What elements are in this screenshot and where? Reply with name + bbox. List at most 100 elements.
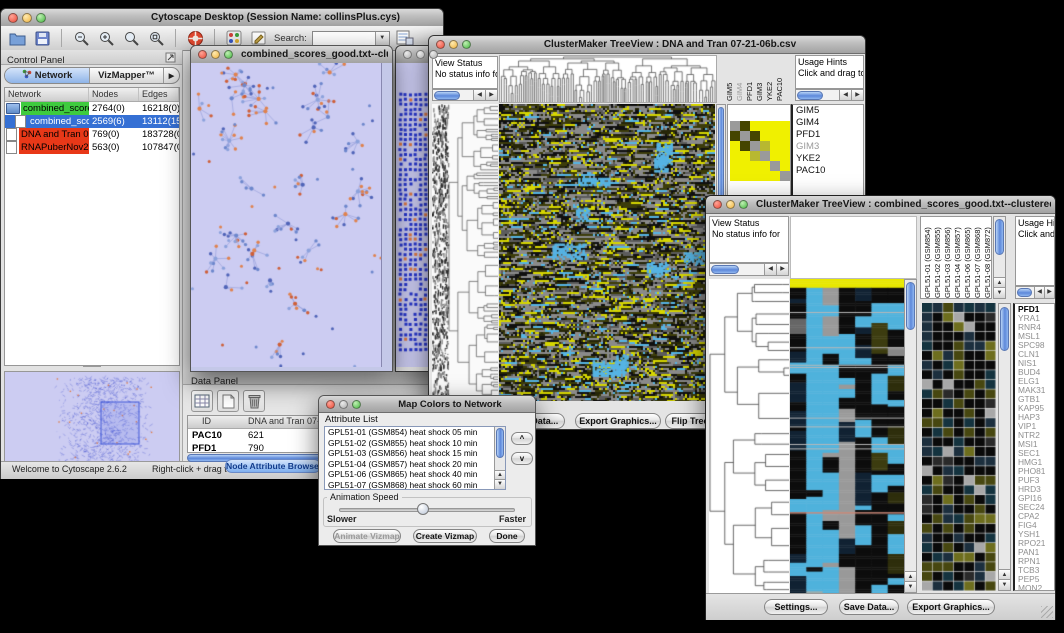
global-heatmap[interactable] bbox=[499, 104, 715, 401]
scroll-right-icon[interactable]: ▶ bbox=[485, 90, 497, 100]
minimize-button[interactable] bbox=[416, 50, 425, 59]
minimize-button[interactable] bbox=[339, 400, 348, 409]
matrix-cell[interactable] bbox=[740, 131, 750, 141]
new-attribute-icon[interactable] bbox=[217, 390, 239, 412]
view-status-hscrollbar[interactable]: ◀ ▶ bbox=[432, 89, 498, 101]
scroll-right-icon[interactable]: ▶ bbox=[1044, 287, 1054, 298]
matrix-cell[interactable] bbox=[780, 171, 790, 181]
scroll-left-icon[interactable]: ◀ bbox=[1034, 287, 1044, 298]
matrix-cell[interactable] bbox=[770, 151, 780, 161]
matrix-cell[interactable] bbox=[780, 141, 790, 151]
matrix-cell[interactable] bbox=[760, 171, 770, 181]
matrix-cell[interactable] bbox=[760, 161, 770, 171]
scroll-down-icon[interactable]: ▼ bbox=[994, 287, 1005, 298]
minimize-button[interactable] bbox=[449, 40, 458, 49]
scroll-thumb[interactable] bbox=[718, 107, 724, 199]
move-up-button[interactable]: ^ bbox=[511, 432, 533, 445]
close-button[interactable] bbox=[198, 50, 207, 59]
zoom-fit-icon[interactable] bbox=[121, 28, 141, 48]
done-button[interactable]: Done bbox=[489, 529, 525, 543]
zoom-out-icon[interactable] bbox=[71, 28, 91, 48]
network-table-row[interactable]: DNA and Tran 07 769(0) 183728(0) bbox=[5, 128, 179, 141]
matrix-cell[interactable] bbox=[780, 121, 790, 131]
search-dropdown-icon[interactable]: ▼ bbox=[375, 32, 389, 45]
column-dendrogram[interactable] bbox=[499, 55, 717, 103]
scroll-thumb[interactable] bbox=[797, 91, 823, 100]
attribute-list-vscrollbar[interactable]: ▲ ▼ bbox=[494, 427, 505, 489]
minimize-button[interactable] bbox=[211, 50, 220, 59]
correlation-matrix[interactable] bbox=[730, 121, 790, 181]
gene-dendrogram[interactable] bbox=[432, 104, 498, 401]
matrix-cell[interactable] bbox=[730, 121, 740, 131]
view-status-hscrollbar[interactable]: ◀ ▶ bbox=[709, 263, 789, 276]
attribute-item[interactable]: GPL51-04 (GSM857) heat shock 20 min bbox=[325, 459, 505, 470]
gene-dendrogram[interactable] bbox=[709, 279, 789, 593]
network-canvas-1[interactable] bbox=[191, 63, 381, 367]
network-table-row[interactable]: combined_scores 2764(0) 16218(0) bbox=[5, 102, 179, 115]
zoom-window-button[interactable] bbox=[36, 13, 46, 23]
animate-vizmap-button[interactable]: Animate Vizmap bbox=[333, 529, 401, 543]
matrix-cell[interactable] bbox=[730, 131, 740, 141]
scroll-thumb[interactable] bbox=[711, 265, 739, 274]
matrix-cell[interactable] bbox=[770, 121, 780, 131]
usage-hints-hscrollbar[interactable]: ◀ ▶ bbox=[1015, 286, 1055, 299]
matrix-cell[interactable] bbox=[760, 141, 770, 151]
matrix-cell[interactable] bbox=[740, 121, 750, 131]
minimize-button[interactable] bbox=[726, 200, 735, 209]
network1-vscrollbar[interactable] bbox=[381, 63, 392, 367]
node-attribute-browser-tab[interactable]: Node Attribute Browser bbox=[225, 459, 321, 473]
zoom-window-button[interactable] bbox=[429, 50, 438, 59]
matrix-cell[interactable] bbox=[780, 151, 790, 161]
matrix-cell[interactable] bbox=[750, 171, 760, 181]
scroll-left-icon[interactable]: ◀ bbox=[764, 264, 776, 275]
scroll-down-icon[interactable]: ▼ bbox=[999, 579, 1010, 590]
treeview2-titlebar[interactable]: ClusterMaker TreeView : combined_scores_… bbox=[706, 196, 1055, 214]
close-button[interactable] bbox=[326, 400, 335, 409]
zoom-window-button[interactable] bbox=[739, 200, 748, 209]
search-field[interactable]: ▼ bbox=[312, 31, 390, 46]
matrix-cell[interactable] bbox=[750, 161, 760, 171]
save-data-button[interactable]: Save Data... bbox=[839, 599, 899, 615]
matrix-cell[interactable] bbox=[740, 171, 750, 181]
delete-attribute-icon[interactable] bbox=[243, 390, 265, 412]
scroll-right-icon[interactable]: ▶ bbox=[851, 90, 863, 100]
gene-label[interactable]: GIM3 bbox=[793, 141, 863, 153]
settings-button[interactable]: Settings... bbox=[764, 599, 828, 615]
matrix-cell[interactable] bbox=[750, 141, 760, 151]
scroll-thumb[interactable] bbox=[496, 428, 504, 458]
gene-label[interactable]: PFD1 bbox=[793, 129, 863, 141]
export-graphics-button[interactable]: Export Graphics... bbox=[575, 413, 661, 429]
close-button[interactable] bbox=[436, 40, 445, 49]
matrix-cell[interactable] bbox=[730, 171, 740, 181]
save-icon[interactable] bbox=[32, 28, 52, 48]
zoom-window-button[interactable] bbox=[462, 40, 471, 49]
usage-hints-hscrollbar[interactable]: ◀ ▶ bbox=[795, 89, 864, 101]
zoom-window-button[interactable] bbox=[352, 400, 361, 409]
gene-label[interactable]: YKE2 bbox=[793, 153, 863, 165]
treeview1-titlebar[interactable]: ClusterMaker TreeView : DNA and Tran 07-… bbox=[429, 36, 865, 54]
zoom-window-button[interactable] bbox=[224, 50, 233, 59]
scroll-right-icon[interactable]: ▶ bbox=[776, 264, 788, 275]
network1-titlebar[interactable]: combined_scores_good.txt--cluste... bbox=[191, 46, 392, 64]
scroll-left-icon[interactable]: ◀ bbox=[839, 90, 851, 100]
matrix-cell[interactable] bbox=[750, 151, 760, 161]
export-graphics-button[interactable]: Export Graphics... bbox=[907, 599, 995, 615]
dialog-titlebar[interactable]: Map Colors to Network bbox=[319, 396, 535, 413]
gene-label[interactable]: GIM5 bbox=[793, 105, 863, 117]
gene-label[interactable]: GIM4 bbox=[793, 117, 863, 129]
matrix-cell[interactable] bbox=[760, 131, 770, 141]
scroll-thumb[interactable] bbox=[434, 91, 460, 100]
matrix-cell[interactable] bbox=[730, 151, 740, 161]
close-button[interactable] bbox=[403, 50, 412, 59]
minimize-button[interactable] bbox=[22, 13, 32, 23]
matrix-cell[interactable] bbox=[770, 171, 780, 181]
matrix-cell[interactable] bbox=[740, 161, 750, 171]
matrix-cell[interactable] bbox=[770, 161, 780, 171]
matrix-cell[interactable] bbox=[750, 121, 760, 131]
scroll-thumb[interactable] bbox=[1017, 288, 1032, 297]
tab-network[interactable]: Network bbox=[5, 68, 89, 83]
tab-vizmapper[interactable]: VizMapper™ bbox=[90, 68, 163, 83]
close-button[interactable] bbox=[713, 200, 722, 209]
zoom-selected-icon[interactable] bbox=[146, 28, 166, 48]
close-button[interactable] bbox=[8, 13, 18, 23]
